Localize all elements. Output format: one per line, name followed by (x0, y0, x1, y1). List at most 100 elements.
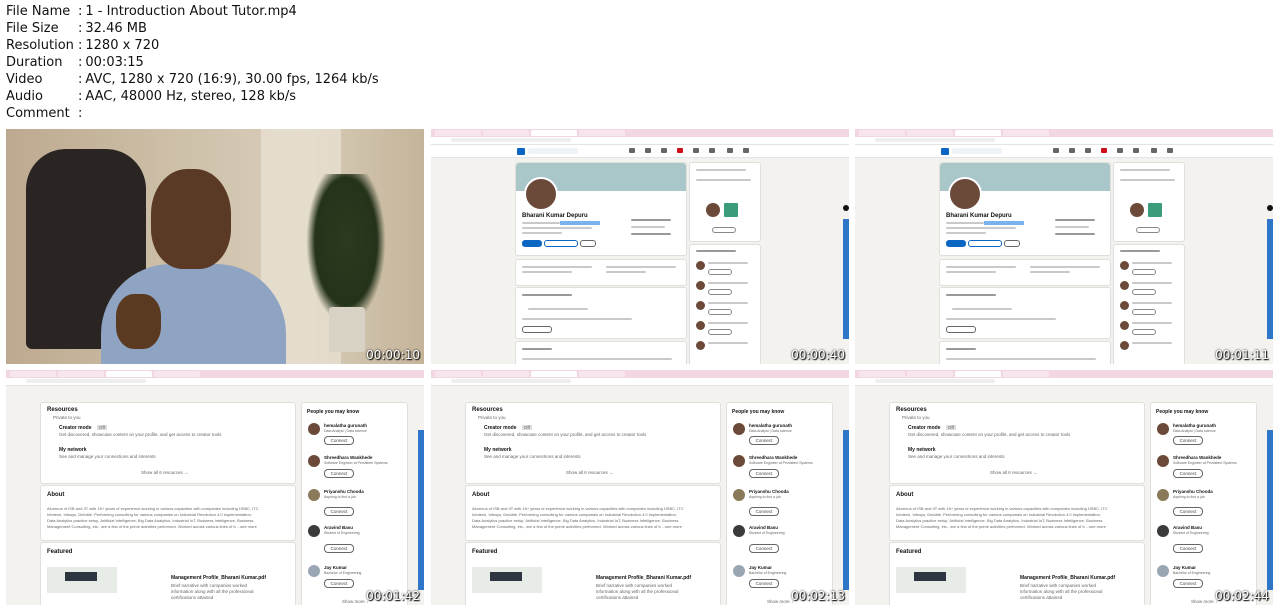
message-button[interactable] (1132, 269, 1156, 275)
video-thumbnail-6[interactable]: Resources Private to you Creator mode Of… (855, 370, 1273, 605)
home-icon[interactable] (629, 148, 635, 153)
linkedin-logo-icon[interactable] (941, 148, 949, 155)
person-avatar[interactable] (1157, 525, 1169, 537)
browser-tab-active[interactable] (531, 371, 577, 377)
jobs-icon[interactable] (1085, 148, 1091, 153)
connect-button[interactable]: Connect (749, 436, 779, 445)
creator-mode-label[interactable]: Creator mode (484, 425, 517, 431)
language-link[interactable] (1120, 179, 1175, 181)
person-name[interactable]: Priyanshu Chooda (749, 489, 789, 494)
video-thumbnail-2[interactable]: Bharani Kumar Depuru 00:00:40 (431, 129, 849, 364)
search-input[interactable] (528, 148, 578, 154)
person-name[interactable]: Priyanshu Chooda (1173, 489, 1213, 494)
learning-icon[interactable] (1167, 148, 1173, 153)
person-avatar[interactable] (308, 525, 320, 537)
take-quiz-button[interactable] (946, 326, 976, 333)
profile-avatar[interactable] (948, 177, 982, 211)
browser-tab[interactable] (1003, 130, 1049, 136)
video-thumbnail-5[interactable]: Resources Private to you Creator mode Of… (431, 370, 849, 605)
screen-recorder-toolbar[interactable] (418, 430, 424, 590)
screen-recorder-toolbar[interactable] (1267, 219, 1273, 339)
person-avatar[interactable] (1157, 489, 1169, 501)
person-avatar[interactable] (308, 455, 320, 467)
creator-mode-label[interactable]: Creator mode (908, 425, 941, 431)
message-button[interactable] (708, 269, 732, 275)
screen-recorder-toolbar[interactable] (1267, 430, 1273, 590)
address-bar[interactable] (6, 378, 424, 386)
show-more-link[interactable]: Show more ↓ (1191, 599, 1217, 604)
address-bar[interactable] (855, 378, 1273, 386)
person-avatar[interactable] (733, 565, 745, 577)
browser-tab[interactable] (483, 130, 529, 136)
person-name[interactable]: Shreedhara Wankhede (1173, 455, 1221, 460)
browser-tab[interactable] (435, 371, 481, 377)
connect-button[interactable]: Connect (1173, 544, 1203, 553)
browser-tab[interactable] (907, 371, 953, 377)
connect-button[interactable]: Connect (1173, 469, 1203, 478)
address-bar[interactable] (855, 137, 1273, 145)
person-avatar[interactable] (733, 489, 745, 501)
connect-button[interactable]: Connect (749, 469, 779, 478)
person-name[interactable]: Jay Kumar (1173, 565, 1196, 570)
network-icon[interactable] (1069, 148, 1075, 153)
show-all-resources-link[interactable]: Show all 6 resources → (566, 470, 614, 475)
my-network-label[interactable]: My network (59, 447, 87, 453)
person-name[interactable]: Jay Kumar (749, 565, 772, 570)
person-name[interactable]: Aravind Basu (324, 525, 353, 530)
person-avatar[interactable] (733, 423, 745, 435)
featured-doc-title[interactable]: Management Profile_Bharani Kumar.pdf (1020, 575, 1115, 581)
person-name[interactable]: Jay Kumar (324, 565, 347, 570)
person-name[interactable]: hemalatha gurunath (749, 423, 792, 428)
more-button[interactable] (1004, 240, 1020, 247)
public-profile-link[interactable] (696, 169, 746, 171)
person-avatar[interactable] (308, 423, 320, 435)
person-avatar[interactable] (1120, 281, 1129, 290)
video-thumbnail-4[interactable]: Resources Private to you Creator mode Of… (6, 370, 424, 605)
person-avatar[interactable] (696, 261, 705, 270)
follow-button[interactable] (712, 227, 736, 233)
browser-tab[interactable] (859, 371, 905, 377)
message-button[interactable] (708, 309, 732, 315)
add-profile-section-button[interactable] (968, 240, 1002, 247)
person-avatar[interactable] (696, 281, 705, 290)
person-avatar[interactable] (733, 455, 745, 467)
featured-document-thumbnail[interactable] (47, 567, 117, 593)
browser-tab[interactable] (859, 130, 905, 136)
person-avatar[interactable] (696, 341, 705, 350)
video-thumbnail-3[interactable]: Bharani Kumar Depuru 00:01:11 (855, 129, 1273, 364)
search-input[interactable] (952, 148, 1002, 154)
person-avatar[interactable] (308, 489, 320, 501)
connect-button[interactable]: Connect (1173, 507, 1203, 516)
person-avatar[interactable] (1120, 261, 1129, 270)
person-name[interactable]: hemalatha gurunath (1173, 423, 1216, 428)
open-to-button[interactable] (522, 240, 542, 247)
person-name[interactable]: Shreedhara Wankhede (324, 455, 372, 460)
work-icon[interactable] (1151, 148, 1157, 153)
browser-tab[interactable] (907, 130, 953, 136)
person-avatar[interactable] (1120, 321, 1129, 330)
featured-document-thumbnail[interactable] (896, 567, 966, 593)
person-avatar[interactable] (1157, 455, 1169, 467)
connect-button[interactable]: Connect (324, 544, 354, 553)
person-avatar[interactable] (1120, 341, 1129, 350)
browser-tab[interactable] (435, 130, 481, 136)
browser-tab[interactable] (58, 371, 104, 377)
open-to-button[interactable] (946, 240, 966, 247)
more-button[interactable] (580, 240, 596, 247)
person-avatar[interactable] (696, 321, 705, 330)
featured-document-thumbnail[interactable] (472, 567, 542, 593)
message-button[interactable] (1132, 309, 1156, 315)
person-avatar[interactable] (1157, 565, 1169, 577)
person-avatar[interactable] (1157, 423, 1169, 435)
url-field[interactable] (875, 138, 995, 142)
person-name[interactable]: hemalatha gurunath (324, 423, 367, 428)
connect-button[interactable]: Connect (749, 579, 779, 588)
messaging-icon[interactable] (1101, 148, 1107, 153)
person-avatar[interactable] (1120, 301, 1129, 310)
connect-button[interactable]: Connect (749, 544, 779, 553)
url-field[interactable] (451, 379, 571, 383)
take-quiz-button[interactable] (522, 326, 552, 333)
connect-button[interactable]: Connect (324, 507, 354, 516)
network-icon[interactable] (645, 148, 651, 153)
browser-tab[interactable] (154, 371, 200, 377)
